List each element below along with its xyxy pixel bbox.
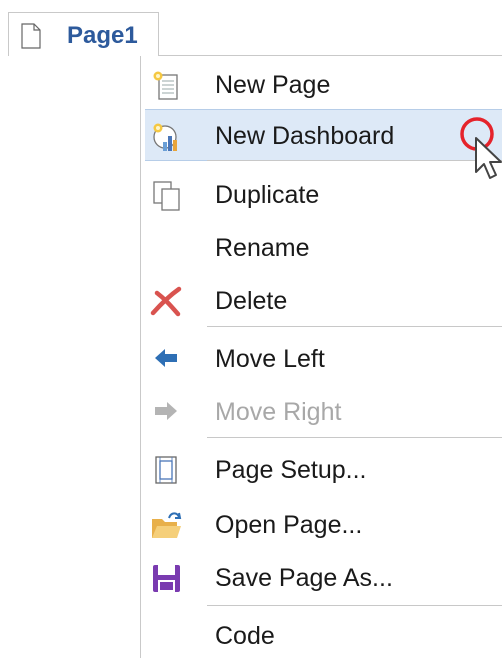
menu-item-label: New Page (215, 71, 331, 99)
menu-item-label: Code (215, 622, 275, 650)
menu-item-save-page-as[interactable]: Save Page As... (141, 551, 502, 603)
menu-item-label: Duplicate (215, 181, 320, 209)
menu-item-duplicate[interactable]: Duplicate (141, 168, 502, 220)
save-icon (153, 565, 180, 592)
mouse-pointer-icon (475, 137, 502, 179)
menu-item-move-right[interactable]: Move Right (141, 385, 502, 437)
menu-item-label: Open Page... (215, 511, 363, 539)
menu-item-delete[interactable]: Delete (141, 274, 502, 326)
menu-item-label: Move Left (215, 345, 325, 373)
menu-item-new-dashboard[interactable]: New Dashboard (145, 109, 502, 161)
menu-item-code[interactable]: Code (141, 609, 502, 661)
duplicate-icon (153, 181, 180, 211)
menu-item-label: Rename (215, 234, 310, 262)
menu-item-open-page[interactable]: Open Page... (141, 498, 502, 550)
context-menu: New Page New Dashboard Duplicate Rename (140, 56, 502, 658)
new-dashboard-icon (153, 123, 177, 151)
menu-item-label: New Dashboard (215, 122, 395, 150)
menu-separator (207, 326, 502, 327)
open-folder-icon (152, 512, 182, 538)
menu-item-label: Page Setup... (215, 456, 367, 484)
menu-separator (207, 437, 502, 438)
menu-item-label: Save Page As... (215, 564, 393, 592)
menu-item-label: Move Right (215, 398, 342, 426)
menu-item-move-left[interactable]: Move Left (141, 332, 502, 384)
menu-item-new-page[interactable]: New Page (141, 58, 502, 110)
new-page-icon (153, 71, 178, 100)
menu-separator (207, 605, 502, 606)
delete-icon (150, 286, 182, 317)
page-setup-icon (155, 456, 177, 484)
menu-item-label: Delete (215, 287, 288, 315)
menu-item-rename[interactable]: Rename (141, 221, 502, 273)
menu-separator (207, 160, 502, 161)
menu-item-page-setup[interactable]: Page Setup... (141, 443, 502, 495)
arrow-right-icon (155, 402, 177, 420)
page-tab[interactable]: Page1 (8, 12, 159, 56)
page-tab-label: Page1 (67, 22, 138, 49)
arrow-left-icon (155, 349, 177, 367)
document-icon (21, 23, 41, 49)
